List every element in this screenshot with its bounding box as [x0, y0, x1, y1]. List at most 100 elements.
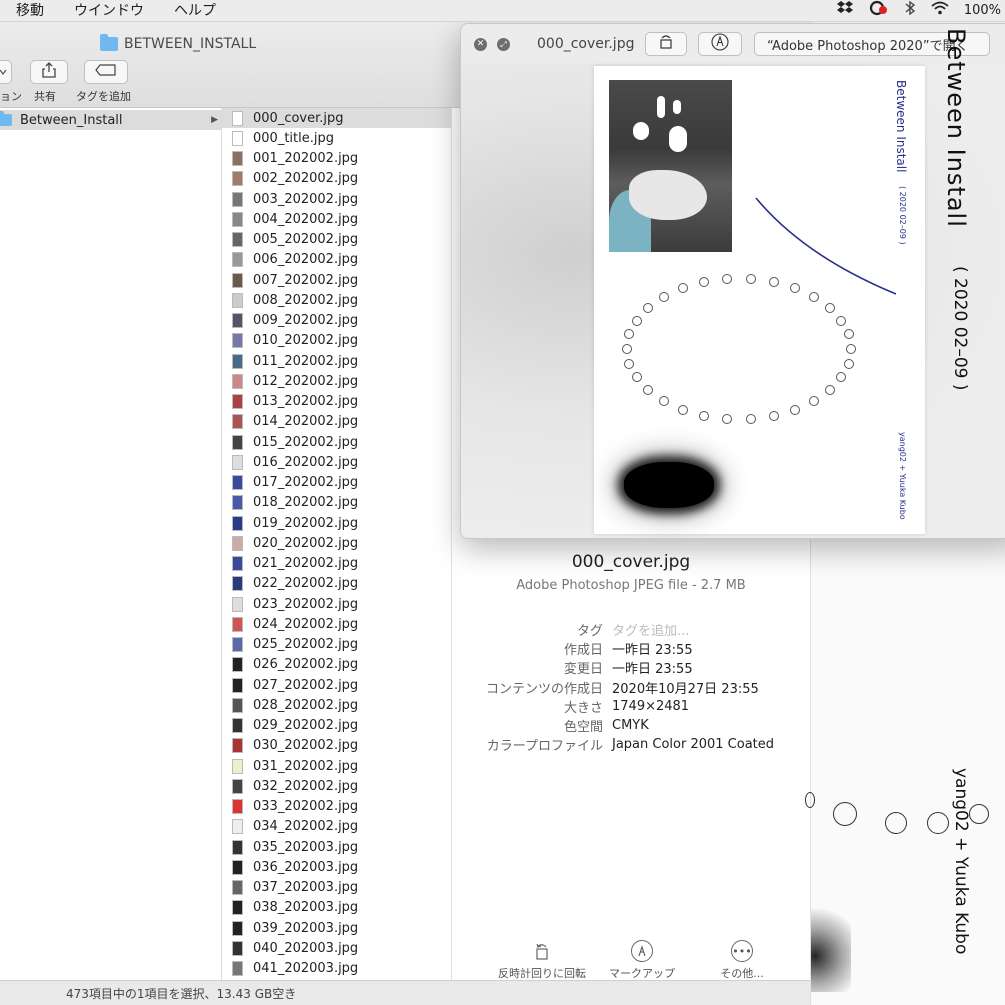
file-thumbnail-icon: [232, 414, 243, 430]
file-row[interactable]: 033_202002.jpg: [222, 797, 451, 817]
dropbox-icon[interactable]: [836, 0, 854, 20]
ring-dot: [643, 302, 654, 313]
file-row[interactable]: 014_202002.jpg: [222, 412, 451, 432]
file-row[interactable]: 000_cover.jpg: [222, 108, 451, 129]
cover-vertical-authors: yang02 + Yuuka Kubo: [898, 432, 907, 520]
markup-toolbar-button[interactable]: [698, 32, 742, 56]
file-row[interactable]: 020_202002.jpg: [222, 533, 451, 553]
metadata-row: 大きさ 1749×2481: [452, 697, 810, 716]
file-thumbnail-icon: [232, 353, 243, 369]
bg-big-date: ( 2020 02–09 ): [950, 266, 970, 391]
file-thumbnail-icon: [232, 920, 243, 936]
folder-row-between-install[interactable]: Between_Install ▶: [0, 110, 222, 130]
menu-go[interactable]: 移動: [0, 1, 58, 21]
file-row[interactable]: 001_202002.jpg: [222, 149, 451, 169]
creative-cloud-icon[interactable]: [868, 0, 890, 20]
file-row[interactable]: 032_202002.jpg: [222, 776, 451, 796]
metadata-value: 2020年10月27日 23:55: [612, 681, 759, 697]
file-row[interactable]: 006_202002.jpg: [222, 250, 451, 270]
file-name: 032_202002.jpg: [253, 778, 359, 794]
bg-big-title: Between Install: [942, 28, 970, 228]
file-thumbnail-icon: [232, 940, 243, 956]
rotate-left-button[interactable]: 反時計回りに回転: [494, 940, 590, 981]
file-thumbnail-icon: [232, 819, 243, 835]
file-row[interactable]: 040_202003.jpg: [222, 938, 451, 958]
file-name: 005_202002.jpg: [253, 232, 359, 248]
metadata-key: タグ: [576, 624, 603, 640]
file-row[interactable]: 023_202002.jpg: [222, 594, 451, 614]
toolbar-partial-button[interactable]: [0, 60, 12, 84]
file-name: 026_202002.jpg: [253, 657, 359, 673]
cover-curve: [755, 197, 897, 295]
file-name: 011_202002.jpg: [253, 353, 359, 369]
bluetooth-icon[interactable]: [904, 0, 916, 20]
wifi-icon[interactable]: [930, 0, 950, 20]
file-row[interactable]: 016_202002.jpg: [222, 452, 451, 472]
file-row[interactable]: 036_202003.jpg: [222, 857, 451, 877]
file-row[interactable]: 031_202002.jpg: [222, 756, 451, 776]
file-row[interactable]: 018_202002.jpg: [222, 493, 451, 513]
file-thumbnail-icon: [232, 738, 243, 754]
file-row[interactable]: 025_202002.jpg: [222, 635, 451, 655]
file-row[interactable]: 022_202002.jpg: [222, 574, 451, 594]
rotate-button[interactable]: [645, 32, 687, 56]
file-row[interactable]: 015_202002.jpg: [222, 432, 451, 452]
file-row[interactable]: 029_202002.jpg: [222, 716, 451, 736]
file-row[interactable]: 007_202002.jpg: [222, 270, 451, 290]
battery-percent[interactable]: 100%: [964, 3, 1001, 18]
add-tag-button[interactable]: [84, 60, 128, 84]
add-tag-field[interactable]: タグを追加...: [612, 620, 689, 639]
share-button[interactable]: [30, 60, 68, 84]
file-row[interactable]: 021_202002.jpg: [222, 554, 451, 574]
file-name: 040_202003.jpg: [253, 940, 359, 956]
metadata-row: 色空間 CMYK: [452, 716, 810, 735]
file-name: 013_202002.jpg: [253, 394, 359, 410]
file-row[interactable]: 038_202003.jpg: [222, 898, 451, 918]
file-row[interactable]: 037_202003.jpg: [222, 878, 451, 898]
file-thumbnail-icon: [232, 434, 243, 450]
file-row[interactable]: 041_202003.jpg: [222, 959, 451, 979]
file-row[interactable]: 000_title.jpg: [222, 128, 451, 148]
file-row[interactable]: 024_202002.jpg: [222, 614, 451, 634]
bg-ink-spray: [811, 902, 851, 992]
column-parent: Between_Install ▶: [0, 108, 222, 980]
folder-icon: [100, 34, 118, 51]
ring-dot: [631, 372, 642, 383]
menu-window[interactable]: ウインドウ: [58, 1, 158, 21]
file-row[interactable]: 030_202002.jpg: [222, 736, 451, 756]
metadata-row: カラープロファイル Japan Color 2001 Coated: [452, 735, 810, 754]
file-name: 038_202003.jpg: [253, 900, 359, 916]
file-row[interactable]: 010_202002.jpg: [222, 331, 451, 351]
file-name: 008_202002.jpg: [253, 292, 359, 308]
metadata-value: 一昨日 23:55: [612, 643, 693, 659]
file-row[interactable]: 017_202002.jpg: [222, 473, 451, 493]
rotate-left-icon: [531, 940, 553, 962]
file-row[interactable]: 028_202002.jpg: [222, 695, 451, 715]
file-row[interactable]: 039_202003.jpg: [222, 918, 451, 938]
file-row[interactable]: 019_202002.jpg: [222, 513, 451, 533]
close-icon[interactable]: ✕: [474, 38, 487, 51]
file-row[interactable]: 035_202003.jpg: [222, 837, 451, 857]
file-row[interactable]: 005_202002.jpg: [222, 230, 451, 250]
file-row[interactable]: 026_202002.jpg: [222, 655, 451, 675]
file-name: 037_202003.jpg: [253, 880, 359, 896]
file-row[interactable]: 004_202002.jpg: [222, 209, 451, 229]
file-row[interactable]: 003_202002.jpg: [222, 189, 451, 209]
photo-mark: [669, 126, 687, 152]
file-row[interactable]: 009_202002.jpg: [222, 311, 451, 331]
file-row[interactable]: 008_202002.jpg: [222, 290, 451, 310]
file-row[interactable]: 027_202002.jpg: [222, 675, 451, 695]
file-row[interactable]: 013_202002.jpg: [222, 392, 451, 412]
file-thumbnail-icon: [232, 151, 243, 167]
file-row[interactable]: 034_202002.jpg: [222, 817, 451, 837]
file-row[interactable]: 012_202002.jpg: [222, 371, 451, 391]
fullscreen-icon[interactable]: ⤢: [497, 38, 510, 51]
file-thumbnail-icon: [232, 535, 243, 551]
markup-button[interactable]: マークアップ: [594, 940, 690, 981]
file-row[interactable]: 011_202002.jpg: [222, 351, 451, 371]
menu-help[interactable]: ヘルプ: [158, 1, 230, 21]
file-thumbnail-icon: [232, 252, 243, 268]
column-files[interactable]: 000_cover.jpg 000_title.jpg 001_202002.jpg…: [222, 108, 452, 980]
file-row[interactable]: 002_202002.jpg: [222, 169, 451, 189]
more-button[interactable]: ••• その他...: [694, 940, 790, 981]
